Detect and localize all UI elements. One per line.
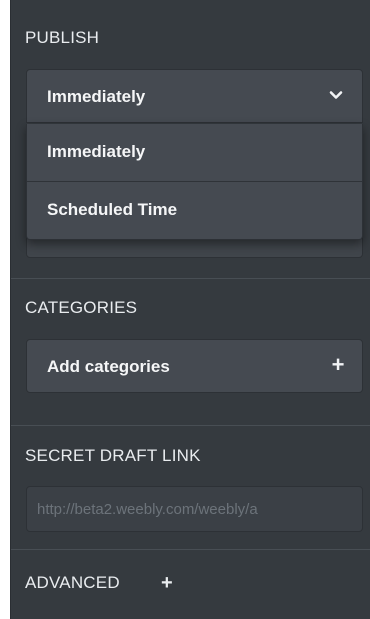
secret-draft-link-input[interactable] bbox=[27, 487, 362, 531]
categories-title: CATEGORIES bbox=[25, 298, 138, 317]
option-label: Immediately bbox=[47, 142, 146, 161]
advanced-title[interactable]: ADVANCED bbox=[25, 573, 120, 593]
publish-dropdown-menu: Immediately Scheduled Time bbox=[26, 124, 363, 240]
blog-settings-panel: PUBLISH Immediately Immediately Schedule… bbox=[10, 0, 370, 619]
publish-option-scheduled-time[interactable]: Scheduled Time bbox=[27, 182, 362, 239]
plus-icon: + bbox=[331, 352, 345, 377]
chevron-down-icon bbox=[329, 91, 343, 99]
publish-title: PUBLISH bbox=[25, 28, 100, 47]
publish-select[interactable]: Immediately bbox=[26, 69, 363, 123]
section-divider bbox=[11, 278, 370, 279]
section-divider bbox=[11, 549, 370, 550]
section-divider bbox=[11, 425, 370, 426]
add-categories-button[interactable]: Add categories + bbox=[26, 339, 363, 393]
option-label: Scheduled Time bbox=[47, 200, 178, 219]
secret-draft-link-field[interactable] bbox=[26, 486, 363, 532]
publish-selected-value: Immediately bbox=[47, 87, 146, 106]
secret-draft-link-title: SECRET DRAFT LINK bbox=[25, 446, 201, 465]
publish-option-immediately[interactable]: Immediately bbox=[27, 124, 362, 181]
plus-icon[interactable]: + bbox=[161, 572, 173, 595]
add-categories-label: Add categories bbox=[47, 357, 170, 376]
